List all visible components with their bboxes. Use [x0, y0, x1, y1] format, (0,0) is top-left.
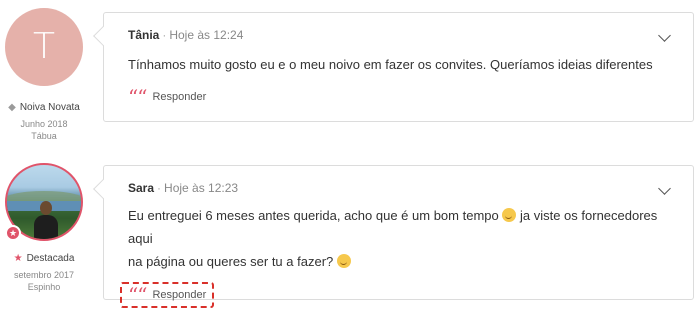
- quote-icon: ““: [128, 85, 147, 109]
- member-location: Espinho: [27, 282, 61, 292]
- comment-time: Hoje às 12:23: [164, 181, 239, 195]
- member-since: setembro 2017: [13, 270, 75, 280]
- comment-text-part: Eu entreguei 6 meses antes querida, acho…: [128, 208, 499, 223]
- reply-button[interactable]: ““ Responder: [128, 85, 207, 109]
- quote-icon: ““: [128, 283, 147, 307]
- comment-card: Tânia · Hoje às 12:24 Tínhamos muito gosto…: [103, 12, 694, 122]
- author-name[interactable]: Tânia: [128, 28, 159, 42]
- comment-text: Tínhamos muito gosto eu e o meu noivo em…: [128, 57, 653, 72]
- author-profile-tania: T ◆ Noiva Novata Junho 2018 Tábua: [0, 8, 88, 142]
- comment-time: Hoje às 12:24: [169, 28, 244, 42]
- star-icon: ★: [13, 253, 23, 264]
- comment-card: Sara · Hoje às 12:23 Eu entreguei 6 meses …: [103, 165, 694, 308]
- avatar-initial: T: [33, 26, 55, 67]
- reply-label: Responder: [152, 91, 207, 103]
- reply-button[interactable]: ““ Responder: [120, 282, 215, 308]
- smile-emoji-icon: [502, 208, 517, 222]
- comment-header: Sara · Hoje às 12:23: [128, 180, 671, 196]
- diamond-icon: ◆: [8, 102, 16, 113]
- member-since: Junho 2018: [20, 119, 68, 129]
- separator-dot: ·: [157, 181, 162, 195]
- avatar[interactable]: T: [5, 8, 83, 86]
- reply-label: Responder: [152, 289, 207, 301]
- rank-label: Noiva Novata: [19, 102, 80, 113]
- user-rank: ★ Destacada: [0, 253, 88, 264]
- rank-label: Destacada: [26, 253, 75, 264]
- author-name[interactable]: Sara: [128, 181, 154, 195]
- comment-header: Tânia · Hoje às 12:24: [128, 27, 671, 43]
- comment-text: Eu entreguei 6 meses antes querida, acho…: [128, 204, 671, 273]
- comment-text-part: na página ou queres ser tu a fazer?: [128, 254, 334, 269]
- author-profile-sara: ★ ★ Destacada setembro 2017 Espinho: [0, 163, 88, 293]
- separator-dot: ·: [162, 28, 167, 42]
- user-rank: ◆ Noiva Novata: [0, 102, 88, 113]
- featured-star-icon: ★: [5, 225, 21, 241]
- member-location: Tábua: [31, 131, 57, 141]
- smile-emoji-icon: [336, 254, 351, 268]
